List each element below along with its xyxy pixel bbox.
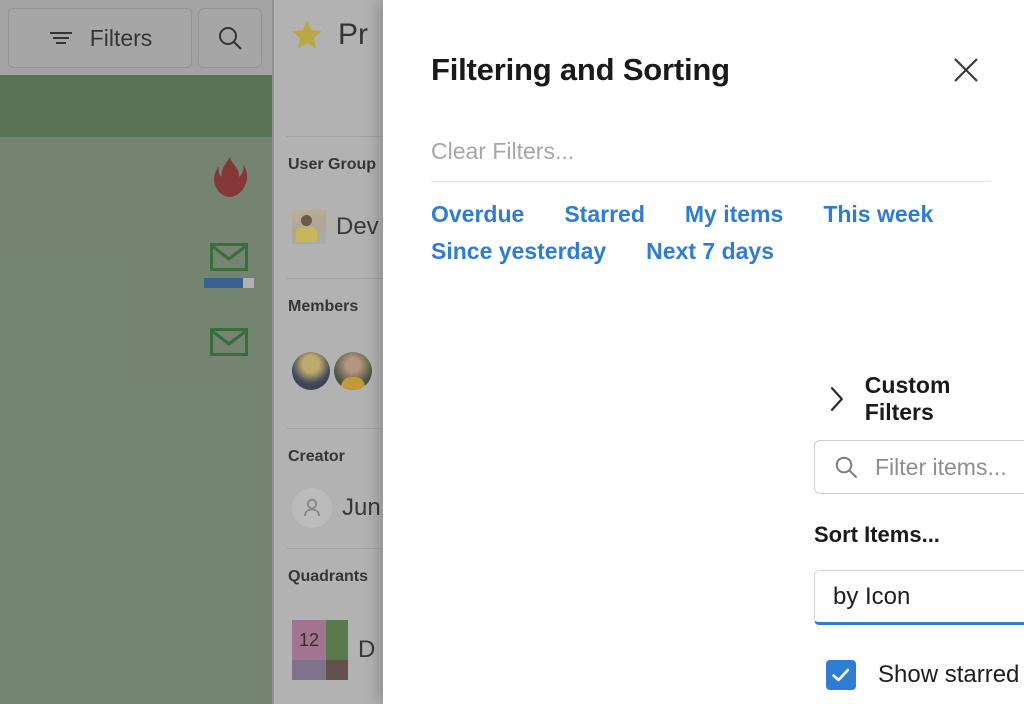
- app-window: Filters: [0, 0, 1024, 704]
- user-group-thumbnail: [292, 210, 326, 244]
- quick-filter-starred[interactable]: Starred: [564, 198, 645, 231]
- chevron-right-icon: [827, 384, 847, 414]
- custom-filters-toggle[interactable]: Custom Filters: [827, 372, 1024, 426]
- panel-title: Filtering and Sorting: [431, 52, 730, 88]
- section-divider: [286, 548, 383, 549]
- sort-items-label: Sort Items...: [814, 522, 940, 548]
- show-starred-first-label: Show starred items first: [878, 661, 1024, 689]
- quick-filter-this-week[interactable]: This week: [823, 198, 933, 231]
- section-divider: [286, 278, 383, 279]
- section-heading-quadrants: Quadrants: [288, 568, 368, 586]
- section-divider: [286, 428, 383, 429]
- avatar: [292, 352, 330, 390]
- quadrant-top-right: [326, 620, 348, 660]
- detail-title-row: Pr: [290, 18, 368, 52]
- toolbar-search-button[interactable]: [198, 8, 262, 68]
- custom-filters-label: Custom Filters: [865, 372, 1024, 426]
- progress-bar-fill: [204, 278, 243, 288]
- person-icon: [292, 488, 332, 528]
- user-group-row[interactable]: Dev: [292, 210, 379, 244]
- board-header-band: [0, 75, 272, 137]
- section-heading-user-group: User Group: [288, 156, 376, 174]
- envelope-icon[interactable]: [210, 328, 248, 361]
- sort-select-value: by Icon: [833, 583, 910, 611]
- user-group-name: Dev: [336, 213, 379, 241]
- board-body: [0, 137, 272, 704]
- quick-filter-since-yesterday[interactable]: Since yesterday: [431, 235, 606, 268]
- quadrant-row[interactable]: 12 D: [292, 620, 375, 680]
- header-divider: [431, 181, 991, 182]
- filters-button[interactable]: Filters: [8, 8, 192, 68]
- filter-items-placeholder: Filter items...: [875, 454, 1007, 481]
- section-divider: [286, 136, 383, 137]
- filtering-and-sorting-panel: Filtering and Sorting Clear Filters... O…: [383, 0, 1024, 704]
- flame-icon[interactable]: [210, 155, 250, 204]
- section-heading-members: Members: [288, 298, 358, 316]
- show-starred-first-row[interactable]: Show starred items first: [826, 660, 1024, 690]
- filter-lines-icon: [48, 29, 74, 47]
- envelope-icon[interactable]: [210, 243, 248, 276]
- quadrant-bottom-right: [326, 660, 348, 680]
- show-starred-first-checkbox[interactable]: [826, 660, 856, 690]
- filters-button-label: Filters: [90, 25, 153, 52]
- search-icon: [833, 454, 859, 480]
- quick-filter-next-7-days[interactable]: Next 7 days: [646, 235, 774, 268]
- check-icon: [831, 667, 851, 683]
- quadrant-count: 12: [292, 620, 326, 660]
- sort-select[interactable]: by Icon: [814, 570, 1024, 625]
- panel-header: Filtering and Sorting: [431, 52, 994, 92]
- quick-filters-list: Overdue Starred My items This week Since…: [431, 198, 991, 267]
- quadrant-label: D: [358, 636, 375, 664]
- quick-filter-my-items[interactable]: My items: [685, 198, 783, 231]
- close-button[interactable]: [944, 48, 988, 92]
- members-row[interactable]: [292, 352, 372, 390]
- avatar: [334, 352, 372, 390]
- section-heading-creator: Creator: [288, 448, 345, 466]
- progress-bar: [204, 278, 254, 288]
- creator-name: Jun: [342, 494, 381, 522]
- quadrant-bottom-left: [292, 660, 326, 680]
- close-icon: [952, 56, 980, 84]
- page-title: Pr: [338, 18, 368, 52]
- creator-row[interactable]: Jun: [292, 488, 381, 528]
- clear-filters-link[interactable]: Clear Filters...: [431, 138, 574, 165]
- quick-filter-overdue[interactable]: Overdue: [431, 198, 524, 231]
- star-icon[interactable]: [290, 18, 324, 52]
- search-icon: [216, 24, 244, 52]
- item-detail-pane: Pr User Group Dev Members Creator: [274, 0, 383, 704]
- filter-items-input[interactable]: Filter items...: [814, 440, 1024, 494]
- quadrant-swatch: 12: [292, 620, 348, 680]
